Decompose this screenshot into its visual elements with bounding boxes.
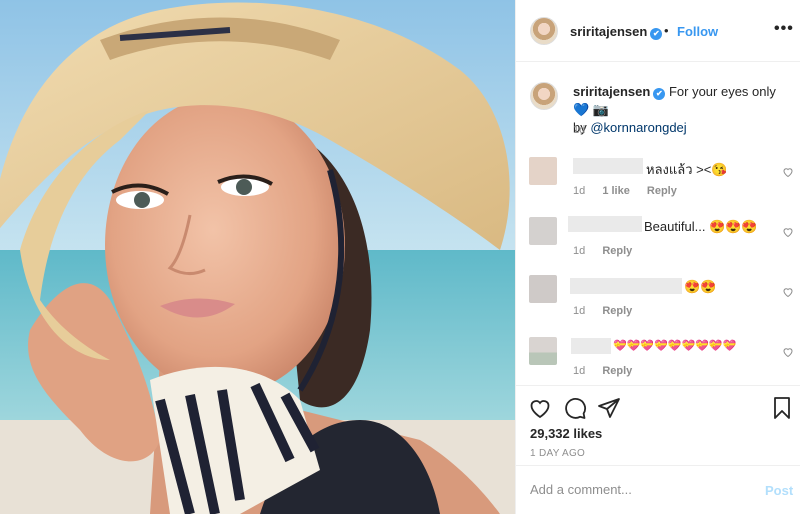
comment-avatar[interactable]: [529, 337, 557, 365]
comment-input[interactable]: [530, 482, 750, 497]
post-comment-button[interactable]: Post: [765, 483, 793, 498]
caption-avatar[interactable]: [530, 82, 558, 110]
separator-dot: •: [664, 23, 669, 38]
caption-mention[interactable]: @kornnarongdej: [590, 120, 686, 135]
post-photo[interactable]: [0, 0, 515, 514]
comment-meta: 1d Reply: [573, 365, 646, 377]
heart-icon[interactable]: [528, 396, 552, 420]
caption-body: For your eyes only: [668, 84, 776, 99]
bookmark-icon[interactable]: [770, 396, 794, 420]
like-comment-heart-icon[interactable]: [782, 166, 794, 178]
like-comment-heart-icon[interactable]: [782, 226, 794, 238]
comment-text: 😍😍: [684, 279, 717, 294]
like-comment-heart-icon[interactable]: [782, 286, 794, 298]
like-comment-heart-icon[interactable]: [782, 346, 794, 358]
share-icon[interactable]: [597, 396, 621, 420]
redacted-username: [568, 216, 642, 232]
redacted-username: [573, 158, 643, 174]
post-header: sriritajensen ✔ • Follow •••: [516, 0, 800, 62]
comment-time[interactable]: 1d: [573, 185, 585, 197]
verified-icon: ✔: [650, 28, 663, 40]
reply-button[interactable]: Reply: [647, 185, 677, 197]
comment-item: หลงแล้ว ><😘 1d 1 like Reply: [516, 150, 800, 210]
comment-text: หลงแล้ว ><😘: [646, 162, 728, 177]
comment-time[interactable]: 1d: [573, 305, 585, 317]
comment-item: 💝💝💝💝💝💝💝💝💝 1d Reply: [516, 330, 800, 390]
comment-avatar[interactable]: [529, 217, 557, 245]
comment-text: Beautiful... 😍😍😍: [644, 219, 758, 234]
like-count[interactable]: 29,332 likes: [530, 426, 602, 441]
caption-username[interactable]: sriritajensen ✔: [573, 84, 666, 100]
photo-illustration: [0, 0, 515, 514]
comment-icon[interactable]: [563, 396, 587, 420]
username-text[interactable]: sriritajensen: [570, 24, 647, 39]
comment-avatar[interactable]: [529, 157, 557, 185]
comment-likes[interactable]: 1 like: [602, 185, 630, 197]
comment-item: Beautiful... 😍😍😍 1d Reply: [516, 210, 800, 270]
comment-meta: 1d Reply: [573, 305, 646, 317]
comment-time[interactable]: 1d: [573, 245, 585, 257]
follow-button[interactable]: Follow: [677, 24, 718, 39]
comment-item: 😍😍 1d Reply: [516, 270, 800, 330]
reply-button[interactable]: Reply: [602, 365, 632, 377]
caption-emoji: 💙 📷: [573, 102, 609, 117]
redacted-username: [571, 338, 611, 354]
caption-time[interactable]: 1d: [573, 124, 585, 136]
redacted-username: [570, 278, 682, 294]
avatar[interactable]: [530, 17, 558, 45]
reply-button[interactable]: Reply: [602, 245, 632, 257]
author-username[interactable]: sriritajensen ✔: [570, 24, 663, 40]
post-time[interactable]: 1 DAY AGO: [530, 448, 585, 459]
comment-text: 💝💝💝💝💝💝💝💝💝: [613, 340, 737, 352]
caption-username-text[interactable]: sriritajensen: [573, 84, 650, 99]
action-bar: 29,332 likes 1 DAY AGO: [516, 385, 800, 466]
comment-avatar[interactable]: [529, 275, 557, 303]
comment-time[interactable]: 1d: [573, 365, 585, 377]
caption-text: sriritajensen ✔ For your eyes only 💙 📷 by…: [573, 83, 793, 137]
comment-meta: 1d 1 like Reply: [573, 185, 691, 197]
reply-button[interactable]: Reply: [602, 305, 632, 317]
more-icon[interactable]: •••: [774, 20, 794, 38]
verified-icon: ✔: [653, 88, 666, 100]
post-details-panel: sriritajensen ✔ • Follow ••• sriritajense…: [515, 0, 800, 514]
comment-meta: 1d Reply: [573, 245, 646, 257]
add-comment-bar: Post: [516, 466, 800, 514]
